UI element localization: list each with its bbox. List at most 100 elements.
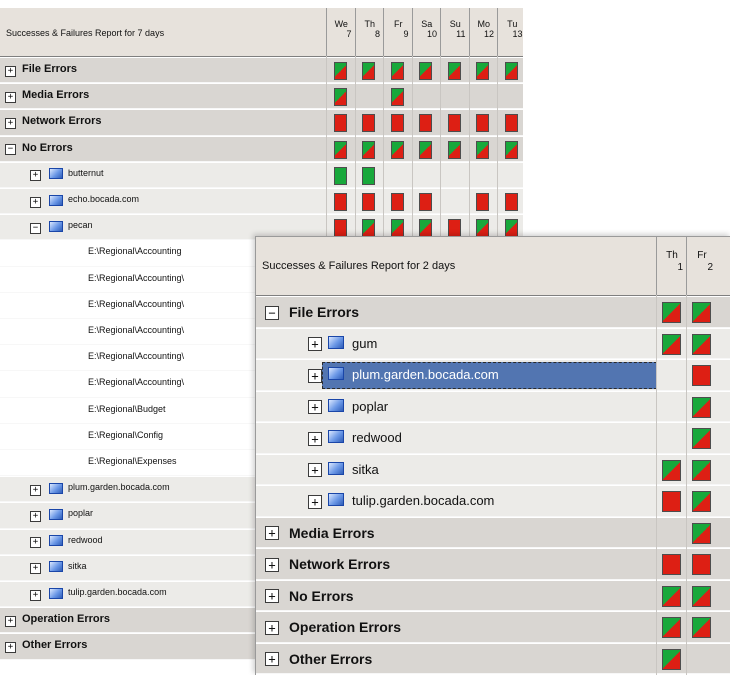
mixed-status-cell[interactable] [419,62,433,80]
failure-status-cell[interactable] [504,193,518,211]
tree-row[interactable]: + sitka [256,454,730,485]
expand-toggle-icon[interactable]: + [265,652,279,667]
expand-toggle-icon[interactable]: + [30,563,41,575]
expand-toggle-icon[interactable]: + [308,494,322,509]
expand-toggle-icon[interactable]: + [30,484,41,496]
tree-row[interactable]: + Network Errors [0,110,523,136]
failure-status-cell[interactable] [419,193,433,211]
mixed-status-cell[interactable] [691,428,711,449]
failure-status-cell[interactable] [476,114,490,133]
mixed-status-cell[interactable] [447,62,461,80]
expand-toggle-icon[interactable]: + [30,196,41,208]
failure-status-cell[interactable] [691,554,711,575]
tree-row[interactable]: − File Errors [256,297,730,328]
mixed-status-cell[interactable] [447,140,461,159]
expand-toggle-icon[interactable]: + [308,400,322,415]
failure-status-cell[interactable] [333,114,347,133]
mixed-status-cell[interactable] [691,459,711,481]
success-status-cell[interactable] [362,166,376,185]
failure-status-cell[interactable] [333,219,347,238]
mixed-status-cell[interactable] [661,333,681,355]
failure-status-cell[interactable] [419,114,433,133]
tree-row[interactable]: + Media Errors [0,84,523,110]
mixed-status-cell[interactable] [333,140,347,159]
expand-toggle-icon[interactable]: + [265,526,279,541]
mixed-status-cell[interactable] [333,88,347,107]
mixed-status-cell[interactable] [691,491,711,512]
failure-status-cell[interactable] [390,114,404,133]
failure-status-cell[interactable] [333,193,347,211]
day-column-header[interactable]: Fr 9 [383,8,413,56]
day-column-header[interactable]: We 7 [326,8,356,56]
tree-row[interactable]: + redwood [256,423,730,454]
day-column-header[interactable]: Tu 13 [497,8,527,56]
expand-toggle-icon[interactable]: + [308,431,322,446]
collapse-toggle-icon[interactable]: − [5,144,16,156]
expand-toggle-icon[interactable]: + [30,537,41,549]
mixed-status-cell[interactable] [504,62,518,80]
day-column-header[interactable]: Th 1 [656,237,687,295]
mixed-status-cell[interactable] [390,88,404,107]
mixed-status-cell[interactable] [661,617,681,638]
tree-row[interactable]: − No Errors [0,136,523,162]
failure-status-cell[interactable] [476,193,490,211]
expand-toggle-icon[interactable]: + [265,557,279,572]
failure-status-cell[interactable] [390,193,404,211]
mixed-status-cell[interactable] [661,648,681,670]
tree-row[interactable]: + File Errors [0,58,523,84]
expand-toggle-icon[interactable]: + [5,117,16,129]
mixed-status-cell[interactable] [476,219,490,238]
tree-row[interactable]: + gum [256,328,730,359]
expand-toggle-icon[interactable]: + [308,463,322,478]
mixed-status-cell[interactable] [419,140,433,159]
expand-toggle-icon[interactable]: + [30,170,41,182]
day-column-header[interactable]: Sa 10 [411,8,442,56]
failure-status-cell[interactable] [661,554,681,575]
expand-toggle-icon[interactable]: + [5,641,16,653]
tree-row[interactable]: + butternut [0,162,523,188]
mixed-status-cell[interactable] [691,585,711,607]
mixed-status-cell[interactable] [691,617,711,638]
expand-toggle-icon[interactable]: + [308,337,322,352]
mixed-status-cell[interactable] [362,62,376,80]
mixed-status-cell[interactable] [691,522,711,544]
mixed-status-cell[interactable] [390,140,404,159]
expand-toggle-icon[interactable]: + [5,65,16,77]
tree-row[interactable]: + Media Errors [256,517,730,548]
mixed-status-cell[interactable] [390,219,404,238]
failure-status-cell[interactable] [661,491,681,512]
failure-status-cell[interactable] [504,114,518,133]
expand-toggle-icon[interactable]: + [5,615,16,627]
failure-status-cell[interactable] [691,365,711,386]
tree-row[interactable]: + No Errors [256,580,730,611]
mixed-status-cell[interactable] [419,219,433,238]
failure-status-cell[interactable] [362,114,376,133]
mixed-status-cell[interactable] [362,140,376,159]
failure-status-cell[interactable] [447,219,461,238]
tree-row[interactable]: + Operation Errors [256,612,730,643]
mixed-status-cell[interactable] [661,302,681,323]
mixed-status-cell[interactable] [504,140,518,159]
collapse-toggle-icon[interactable]: − [265,305,279,320]
failure-status-cell[interactable] [447,114,461,133]
tree-row[interactable]: + echo.bocada.com [0,189,523,215]
day-column-header[interactable]: Mo 12 [468,8,499,56]
mixed-status-cell[interactable] [691,396,711,418]
mixed-status-cell[interactable] [333,62,347,80]
tree-row[interactable]: + plum.garden.bocada.com [256,360,730,391]
expand-toggle-icon[interactable]: + [265,589,279,604]
expand-toggle-icon[interactable]: + [30,589,41,601]
expand-toggle-icon[interactable]: + [30,510,41,522]
mixed-status-cell[interactable] [661,459,681,481]
day-column-header[interactable]: Th 8 [354,8,385,56]
mixed-status-cell[interactable] [661,585,681,607]
expand-toggle-icon[interactable]: + [308,368,322,383]
day-column-header[interactable]: Su 11 [440,8,470,56]
tree-row[interactable]: + Network Errors [256,549,730,580]
expand-toggle-icon[interactable]: + [5,91,16,103]
tree-row[interactable]: + tulip.garden.bocada.com [256,486,730,517]
mixed-status-cell[interactable] [390,62,404,80]
failure-status-cell[interactable] [362,193,376,211]
tree-row[interactable]: + poplar [256,391,730,422]
mixed-status-cell[interactable] [691,333,711,355]
